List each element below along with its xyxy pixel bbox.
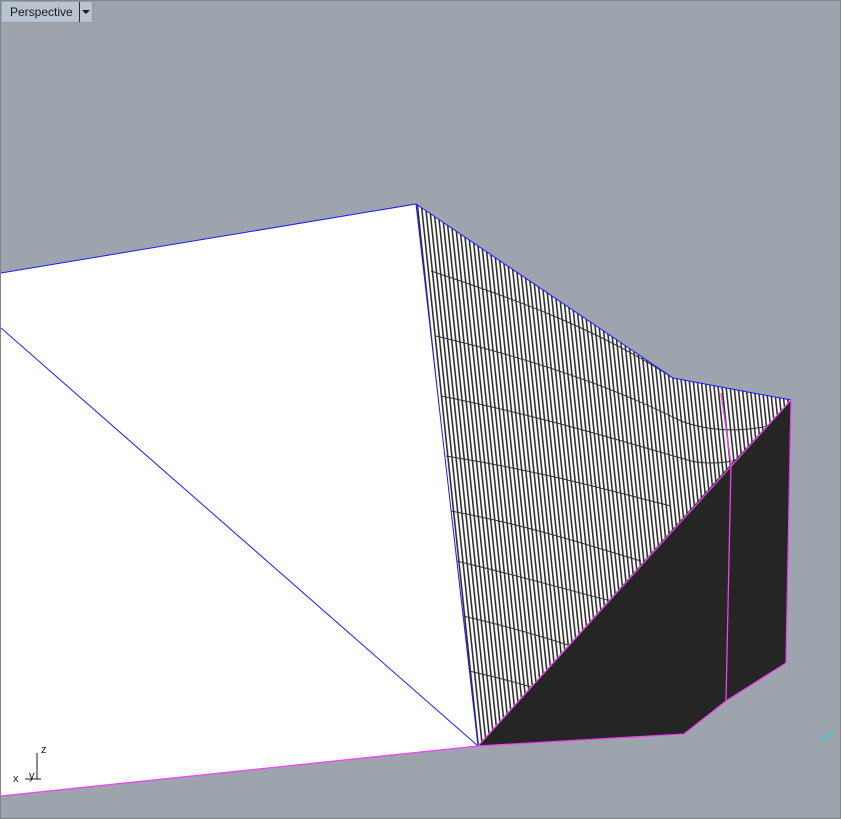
cyan-marker <box>820 732 834 741</box>
axis-x-label: x <box>13 773 19 785</box>
axis-y-label: y <box>29 770 35 782</box>
viewport-tab[interactable]: Perspective <box>2 2 93 23</box>
scene-canvas[interactable] <box>1 1 841 819</box>
chevron-down-icon[interactable] <box>78 2 92 22</box>
perspective-viewport[interactable]: Perspective z x y <box>0 0 841 819</box>
axis-z-label: z <box>41 744 47 756</box>
white-surface[interactable] <box>1 204 478 796</box>
viewport-title[interactable]: Perspective <box>2 2 79 22</box>
